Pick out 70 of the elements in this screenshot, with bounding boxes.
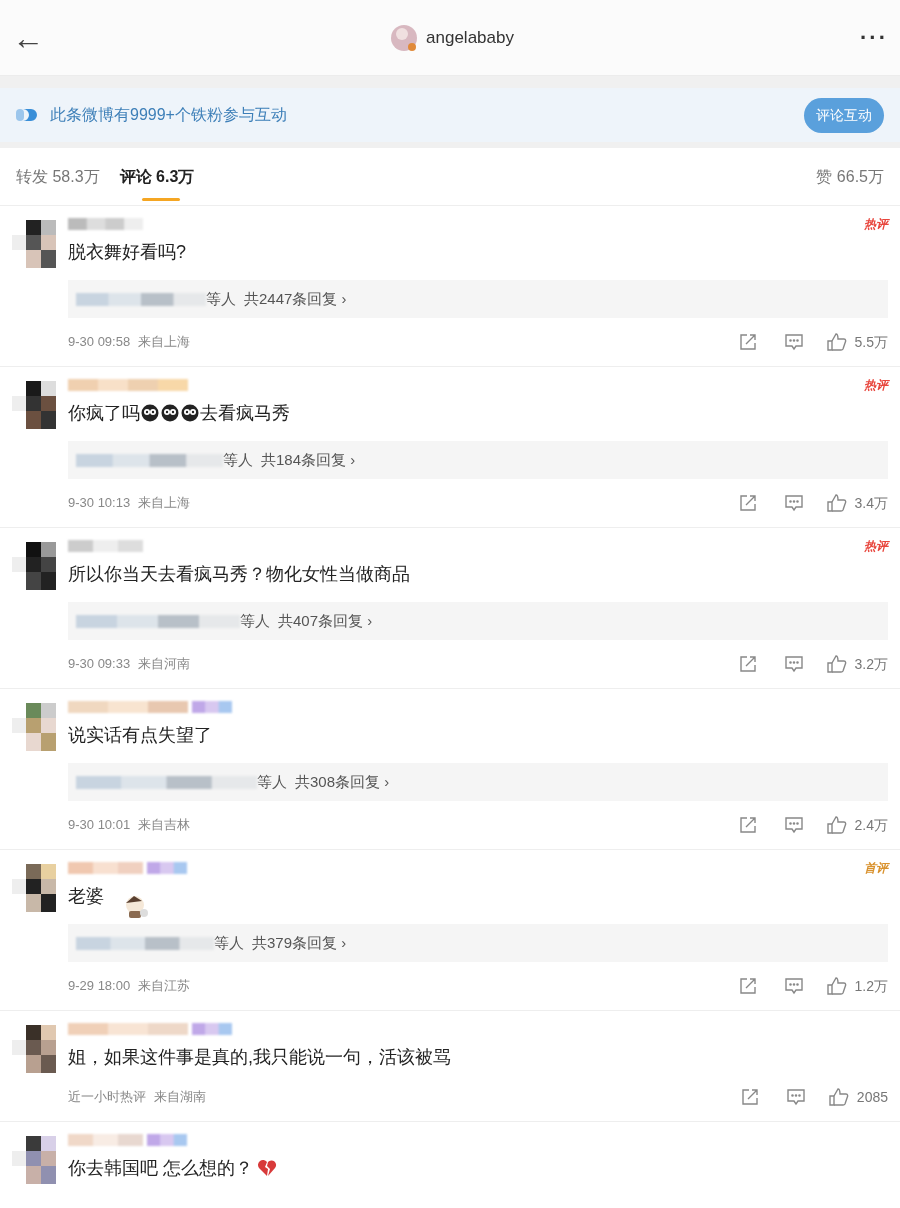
like-button[interactable]: 3.4万 (826, 492, 888, 514)
hot-label: 热评 (864, 216, 888, 233)
back-button[interactable]: ← (12, 21, 44, 54)
share-icon[interactable] (738, 816, 757, 834)
like-button[interactable]: 2085 (828, 1086, 888, 1108)
comment-time: 9-29 18:00 (68, 977, 131, 996)
emoji-icon (141, 404, 159, 422)
hot-label: 热评 (864, 538, 888, 555)
comment-text: 你去韩国吧 怎么想的？ (68, 1156, 253, 1180)
username[interactable]: angelababy (426, 24, 514, 51)
emoji-icon (161, 404, 179, 422)
like-button[interactable]: 3.2万 (826, 653, 888, 675)
comment-text: 你疯了吗 (68, 401, 140, 425)
comment-location: 来自上海 (138, 494, 191, 513)
more-button[interactable]: ··· (860, 21, 888, 54)
comment-location: 来自河南 (138, 655, 191, 674)
hot-label: 首评 (864, 860, 888, 877)
thumbs-up-icon (826, 977, 847, 995)
thumbs-up-icon (828, 1088, 849, 1106)
comment-location: 来自吉林 (138, 816, 191, 835)
like-button[interactable]: 2.4万 (826, 814, 888, 836)
hot-label: 热评 (864, 377, 888, 394)
reply-users: 等人 (206, 288, 236, 309)
comment-time: 9-30 10:13 (68, 494, 131, 513)
share-icon[interactable] (740, 1088, 759, 1106)
comment-text: 姐，如果这件事是真的,我只能说一句，活该被骂 (68, 1045, 451, 1069)
replies-link[interactable]: 共407条回复 › (278, 609, 373, 633)
reply-users: 等人 (257, 771, 287, 792)
share-icon[interactable] (738, 333, 757, 351)
share-icon[interactable] (738, 494, 757, 512)
comment-location: 来自湖南 (154, 1088, 206, 1107)
reply-users: 等人 (214, 932, 244, 953)
comment-icon[interactable] (784, 494, 803, 512)
comment-time: 9-30 09:33 (68, 655, 131, 674)
comment-text: 说实话有点失望了 (68, 723, 212, 747)
comment-time: 9-30 09:58 (68, 333, 131, 352)
thumbs-up-icon (826, 494, 847, 512)
like-button[interactable]: 1.2万 (826, 975, 888, 997)
thumbs-up-icon (826, 816, 847, 834)
replies-link[interactable]: 共308条回复 › (295, 770, 390, 794)
reply-users: 等人 (223, 449, 253, 470)
comment-icon[interactable] (784, 977, 803, 995)
comment-location: 来自江苏 (138, 977, 191, 996)
fans-icon (16, 108, 38, 122)
reply-users: 等人 (240, 610, 270, 631)
replies-link[interactable]: 共184条回复 › (261, 448, 356, 472)
comment-icon[interactable] (784, 655, 803, 673)
tab[interactable]: 转发 58.3万 (16, 148, 100, 205)
replies-link[interactable]: 共379条回复 › (252, 931, 347, 955)
comment-icon[interactable] (784, 816, 803, 834)
comment-text: 老婆 (68, 884, 104, 908)
broken-heart-icon (257, 1159, 277, 1177)
comment-location: 来自上海 (138, 333, 191, 352)
share-icon[interactable] (738, 655, 757, 673)
thumbs-up-icon (826, 655, 847, 673)
tab[interactable]: 评论 6.3万 (119, 148, 195, 205)
likes-tab[interactable]: 赞 66.5万 (816, 164, 884, 189)
comment-icon[interactable] (784, 333, 803, 351)
comment-text: 脱衣舞好看吗? (68, 240, 186, 264)
share-icon[interactable] (738, 977, 757, 995)
comment-time: 近一小时热评 (68, 1088, 146, 1107)
thumbs-up-icon (826, 333, 847, 351)
emoji-icon (181, 404, 199, 422)
comment-text: 所以你当天去看疯马秀？物化女性当做商品 (68, 562, 410, 586)
fans-notice: 此条微博有9999+个铁粉参与互动 (50, 105, 287, 125)
comment-icon[interactable] (786, 1088, 805, 1106)
comment-text: 去看疯马秀 (200, 401, 290, 425)
comment-time: 9-30 10:01 (68, 816, 131, 835)
like-button[interactable]: 5.5万 (826, 331, 888, 353)
replies-link[interactable]: 共2447条回复 › (244, 287, 347, 311)
